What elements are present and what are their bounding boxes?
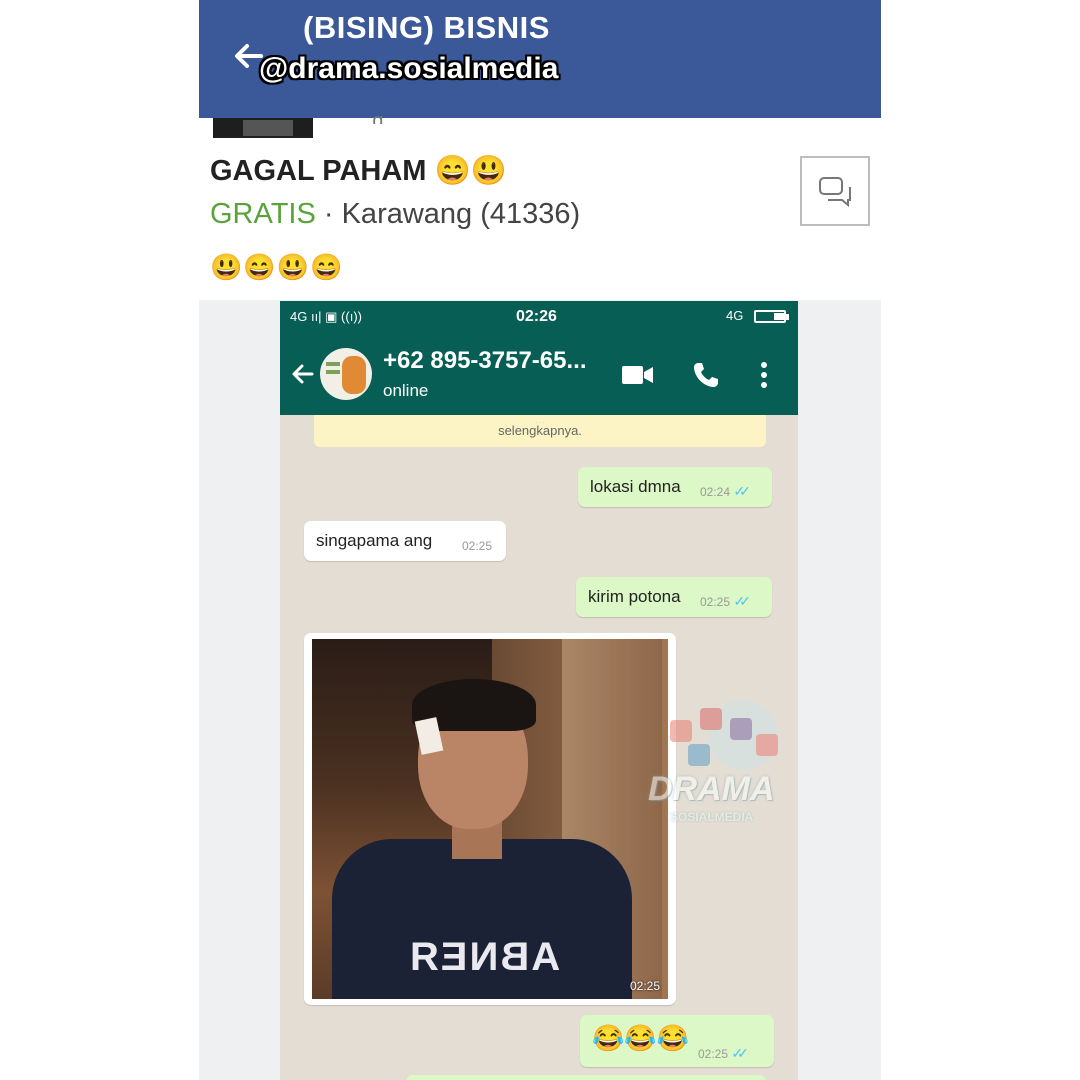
back-arrow-icon[interactable] xyxy=(290,361,316,387)
message-outgoing[interactable]: lokasi dmna 02:24 ✓✓ xyxy=(578,467,772,507)
message-text: lokasi dmna xyxy=(590,477,681,496)
listing-location: Karawang (41336) xyxy=(341,198,581,230)
signal-indicators: 4G ıı| ▣ ((ı)) xyxy=(290,309,362,324)
read-ticks-icon: ✓✓ xyxy=(733,483,751,499)
message-outgoing[interactable]: 😂😂😂 02:25 ✓✓ xyxy=(580,1015,774,1067)
message-time: 02:25 ✓✓ xyxy=(698,1045,749,1061)
watermark-sub: SOSIALMEDIA xyxy=(670,810,754,824)
message-text: 😂😂😂 xyxy=(592,1023,690,1053)
drama-watermark-logo: DRAMA SOSIALMEDIA xyxy=(648,690,788,850)
message-time: 02:25 xyxy=(629,979,660,993)
message-outgoing[interactable]: kirim potona 02:25 ✓✓ xyxy=(576,577,772,617)
contact-name[interactable]: +62 895-3757-65... xyxy=(383,347,587,375)
message-icon xyxy=(819,177,851,208)
message-text: singapama ang xyxy=(316,531,433,550)
listing-post: , , , g GAGAL PAHAM 😄😃 GRATIS · Karawang… xyxy=(199,110,881,300)
network-type: 4G xyxy=(726,308,744,323)
read-ticks-icon: ✓✓ xyxy=(731,1045,749,1061)
image-message[interactable]: ABNEЯ 02:25 xyxy=(304,633,676,1005)
video-call-icon[interactable] xyxy=(622,365,654,385)
phone-status-bar: 4G ıı| ▣ ((ı)) 02:26 4G xyxy=(280,301,798,333)
chat-header: +62 895-3757-65... online xyxy=(280,333,798,415)
seller-meta-cut: , , , g xyxy=(339,110,384,124)
message-time: 02:25 ✓✓ xyxy=(700,593,751,609)
encryption-notice: … selengkapnya. xyxy=(314,415,766,447)
price-location-row: GRATIS · Karawang (41336) xyxy=(210,198,580,231)
listing-description: 😃😄😃😄 xyxy=(210,252,344,282)
message-text: kirim potona xyxy=(588,587,681,606)
battery-icon xyxy=(754,310,789,323)
watermark-handle: @drama.sosialmedia xyxy=(259,52,559,85)
message-time: 02:24 ✓✓ xyxy=(700,483,751,499)
listing-price: GRATIS xyxy=(210,198,316,230)
shirt-print: ABNEЯ xyxy=(408,935,561,979)
more-vert-icon[interactable] xyxy=(760,361,768,389)
watermark-word: DRAMA xyxy=(648,770,775,808)
listing-title: GAGAL PAHAM 😄😃 xyxy=(210,155,507,187)
message-time: 02:25 xyxy=(462,539,493,553)
seller-thumbnail[interactable] xyxy=(213,118,313,138)
phone-icon[interactable] xyxy=(692,361,720,389)
message-incoming[interactable]: singapama ang 02:25 xyxy=(304,521,506,561)
message-seller-button[interactable] xyxy=(800,156,870,226)
selfie-photo[interactable]: ABNEЯ 02:25 xyxy=(312,639,668,999)
contact-presence: online xyxy=(383,381,429,400)
group-title: (BISING) BISNIS xyxy=(303,10,550,45)
status-time: 02:26 xyxy=(516,308,557,325)
separator: · xyxy=(315,198,342,230)
message-outgoing-cut xyxy=(406,1075,766,1080)
contact-avatar[interactable] xyxy=(320,348,372,400)
top-app-bar: (BISING) BISNIS @drama.sosialmedia xyxy=(199,0,881,118)
read-ticks-icon: ✓✓ xyxy=(733,593,751,609)
